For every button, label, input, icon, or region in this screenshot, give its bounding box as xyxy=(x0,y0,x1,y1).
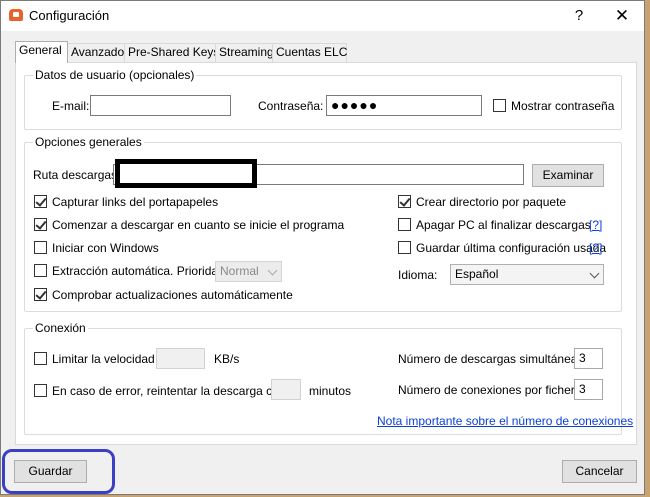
priority-select[interactable]: Normal xyxy=(215,261,282,282)
connection-legend: Conexión xyxy=(33,321,88,335)
window-title: Configuración xyxy=(29,8,110,23)
chevron-down-icon xyxy=(267,265,278,276)
retry-unit-label: minutos xyxy=(309,384,352,398)
chevron-down-icon xyxy=(589,268,600,279)
priority-value: Normal xyxy=(220,264,259,278)
tab-pre-shared-keys[interactable]: Pre-Shared Keys xyxy=(124,43,219,62)
download-path-label: Ruta descargas: xyxy=(33,168,121,182)
start-windows-label: Iniciar con Windows xyxy=(52,241,159,255)
show-password-checkbox[interactable] xyxy=(493,99,506,112)
tab-streaming[interactable]: Streaming xyxy=(215,43,274,62)
auto-extract-label: Extracción automática. Prioridad: xyxy=(52,264,229,278)
create-dir-label: Crear directorio por paquete xyxy=(416,195,567,209)
help-button[interactable]: ? xyxy=(567,5,591,27)
limit-speed-label: Limitar la velocidad a xyxy=(52,352,165,366)
user-data-legend: Datos de usuario (opcionales) xyxy=(33,68,197,82)
retry-minutes-input[interactable] xyxy=(271,379,301,400)
retry-error-label: En caso de error, reintentar la descarga… xyxy=(52,384,293,398)
connections-per-file-input[interactable]: 3 xyxy=(574,379,603,400)
browse-button[interactable]: Examinar xyxy=(532,164,604,187)
retry-error-checkbox[interactable] xyxy=(34,384,47,397)
speed-limit-input[interactable] xyxy=(156,348,205,369)
simultaneous-downloads-label: Número de descargas simultáneas: xyxy=(398,352,587,366)
check-updates-checkbox[interactable] xyxy=(34,288,47,301)
tab-avanzado[interactable]: Avanzado xyxy=(67,43,125,62)
tab-cuentas-elc[interactable]: Cuentas ELC xyxy=(272,43,347,62)
general-options-legend: Opciones generales xyxy=(33,135,144,149)
language-label: Idioma: xyxy=(398,268,438,282)
shutdown-pc-label: Apagar PC al finalizar descargas xyxy=(416,218,591,232)
auto-extract-checkbox[interactable] xyxy=(34,264,47,277)
create-dir-checkbox[interactable] xyxy=(398,195,411,208)
save-button-highlight xyxy=(2,449,115,494)
save-config-help-link[interactable]: [?] xyxy=(589,241,602,255)
close-button[interactable]: ✕ xyxy=(607,4,637,28)
cancel-button[interactable]: Cancelar xyxy=(562,460,637,483)
email-input[interactable] xyxy=(90,95,231,116)
language-value: Español xyxy=(455,267,499,281)
start-windows-checkbox[interactable] xyxy=(34,241,47,254)
app-icon xyxy=(9,9,23,21)
start-download-label: Comenzar a descargar en cuanto se inicie… xyxy=(52,218,345,232)
start-download-checkbox[interactable] xyxy=(34,218,47,231)
capture-links-checkbox[interactable] xyxy=(34,195,47,208)
password-label: Contraseña: xyxy=(258,99,324,113)
password-input[interactable]: ●●●●● xyxy=(326,95,482,116)
connections-note-link[interactable]: Nota importante sobre el número de conex… xyxy=(377,414,633,428)
speed-unit-label: KB/s xyxy=(214,352,240,366)
language-select[interactable]: Español xyxy=(450,264,604,285)
show-password-label: Mostrar contraseña xyxy=(511,99,615,113)
limit-speed-checkbox[interactable] xyxy=(34,352,47,365)
email-label: E-mail: xyxy=(52,99,90,113)
shutdown-help-link[interactable]: [?] xyxy=(589,218,602,232)
connections-per-file-label: Número de conexiones por fichero: xyxy=(398,383,585,397)
tab-general[interactable]: General xyxy=(15,41,68,63)
simultaneous-downloads-input[interactable]: 3 xyxy=(574,348,603,369)
title-bar: Configuración ? ✕ xyxy=(1,1,644,31)
capture-links-label: Capturar links del portapapeles xyxy=(52,195,219,209)
configuration-window: Configuración ? ✕ General Avanzado Pre-S… xyxy=(0,0,645,495)
save-last-config-checkbox[interactable] xyxy=(398,241,411,254)
shutdown-pc-checkbox[interactable] xyxy=(398,218,411,231)
save-last-config-label: Guardar última configuración usada xyxy=(416,241,607,255)
check-updates-label: Comprobar actualizaciones automáticament… xyxy=(52,288,293,302)
redaction-box xyxy=(115,159,257,188)
